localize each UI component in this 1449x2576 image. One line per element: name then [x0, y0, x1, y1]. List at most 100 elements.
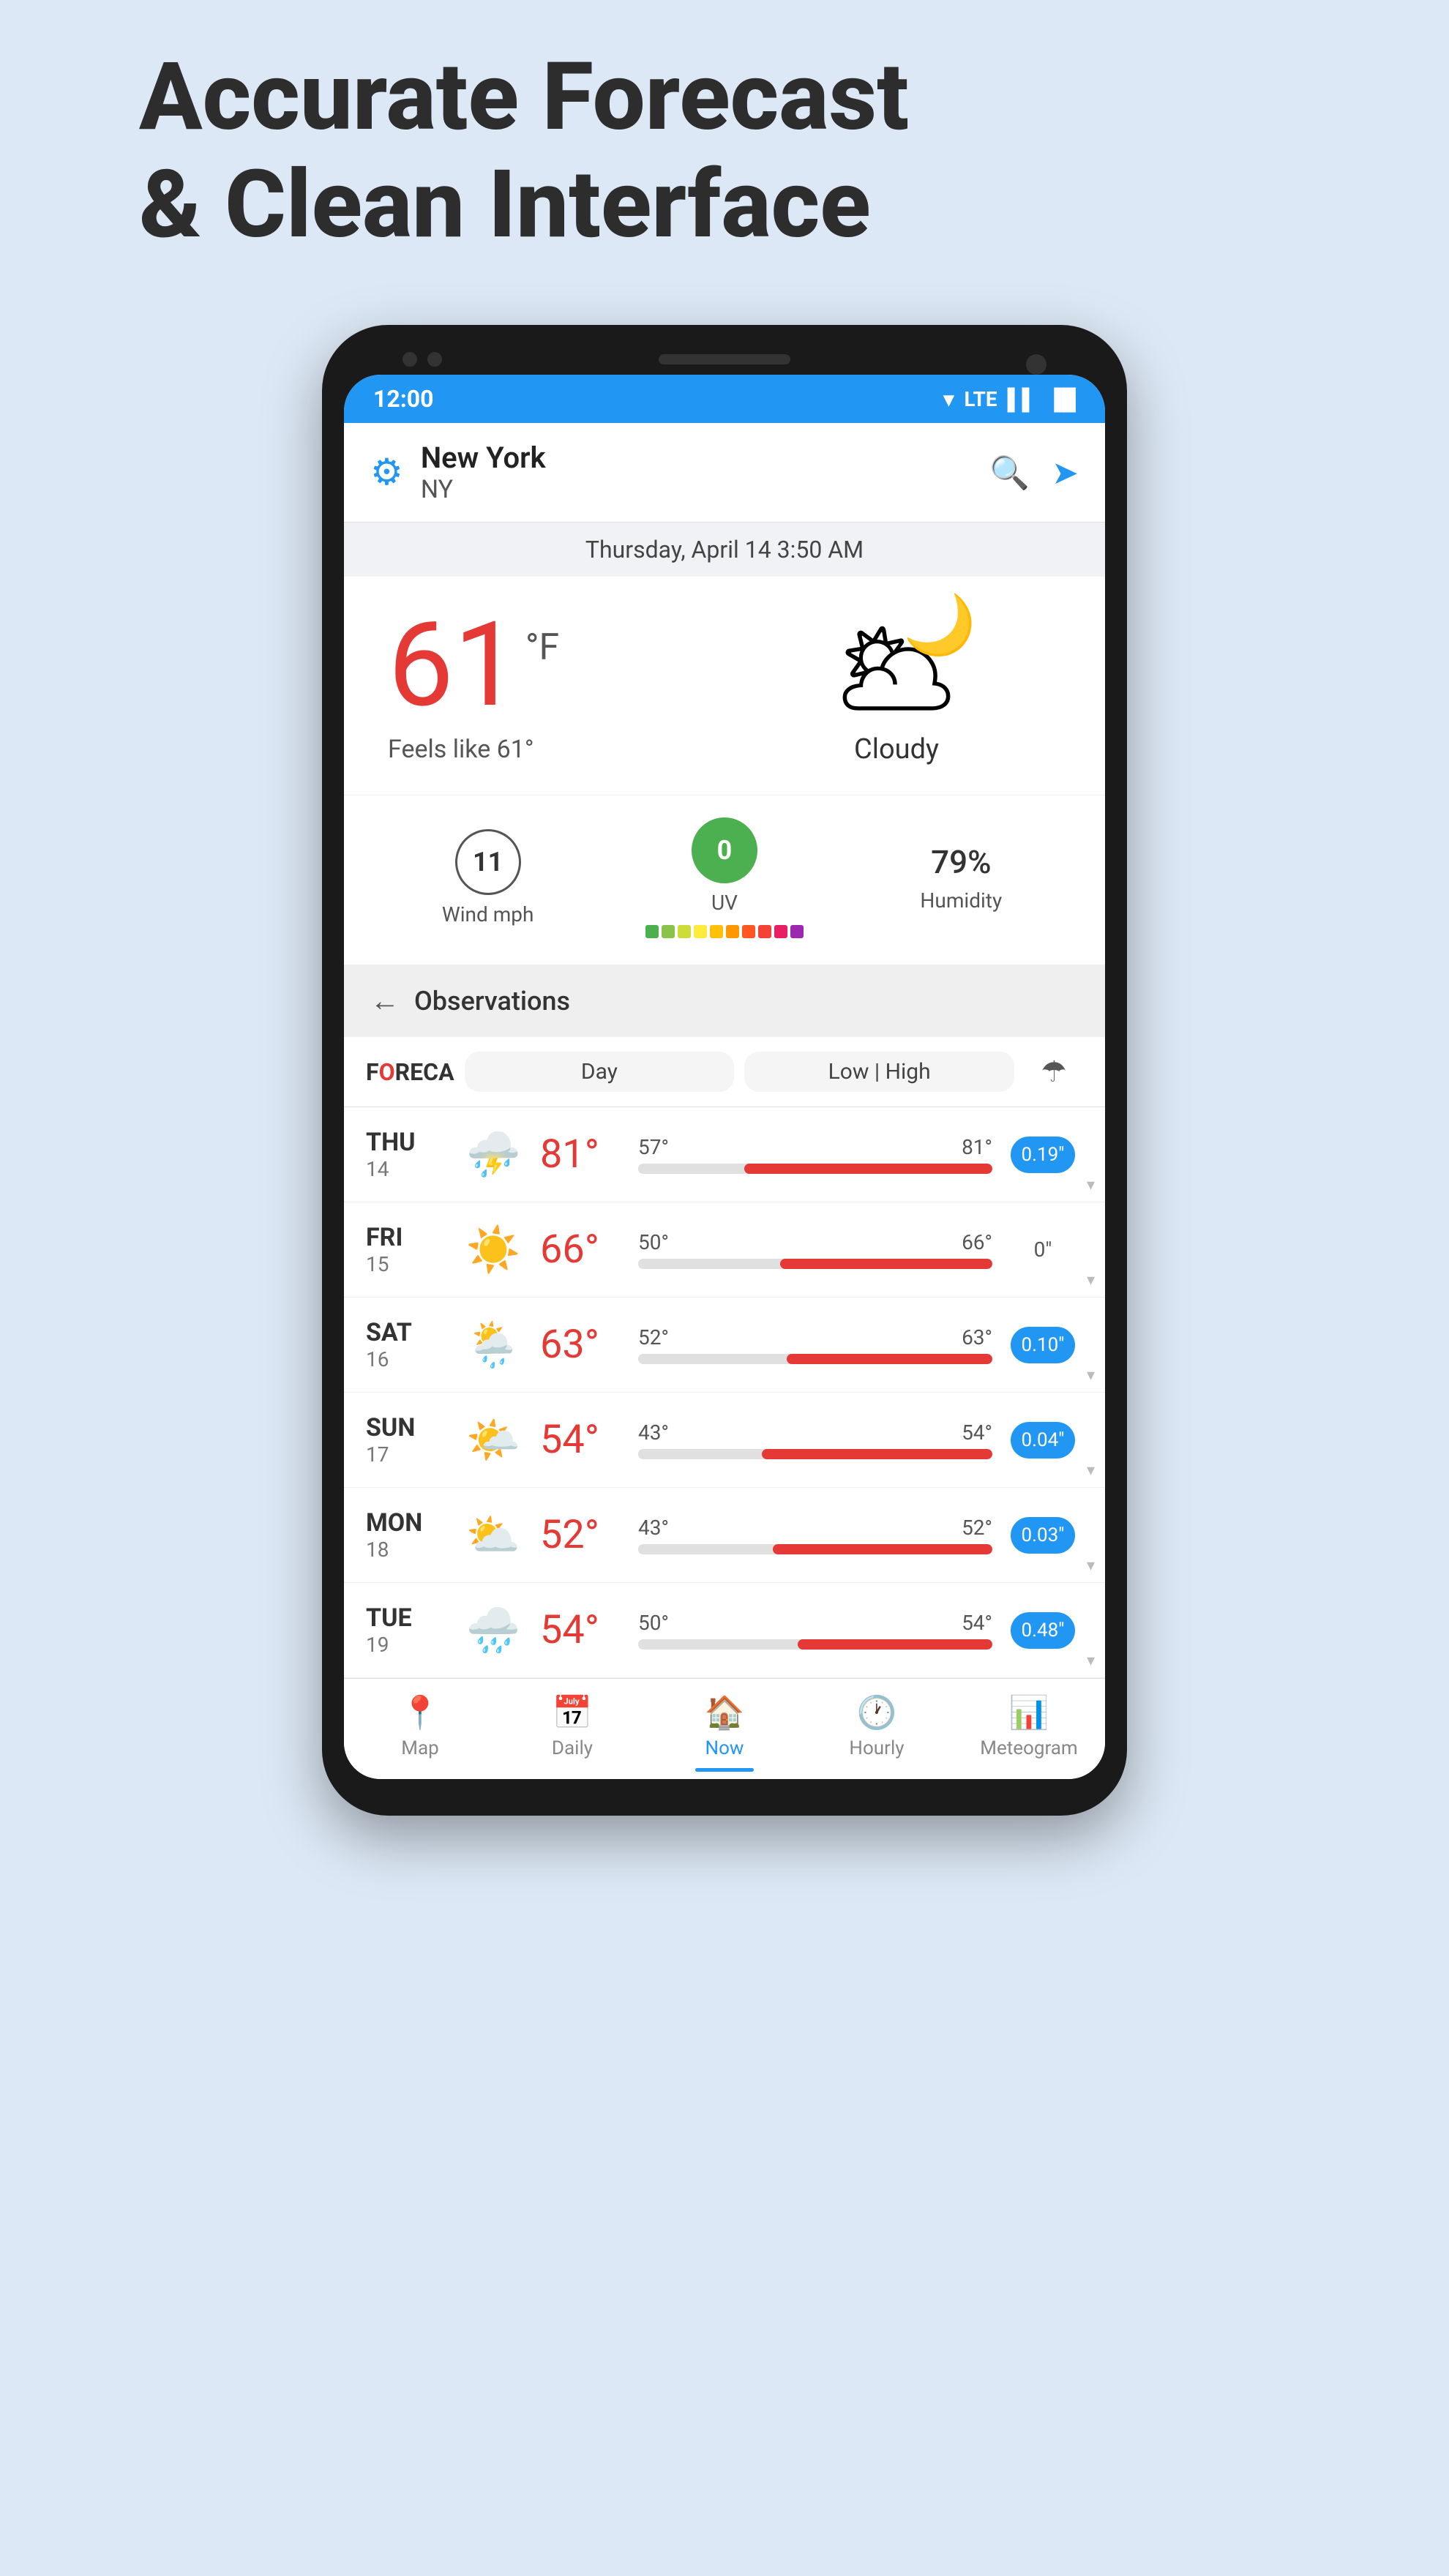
day-weather-icon: ⛅ — [457, 1509, 530, 1561]
nav-icon-map: 📍 — [400, 1693, 441, 1731]
day-num: 18 — [366, 1538, 446, 1562]
rain-amount: 0.48" — [1003, 1620, 1083, 1641]
header-action-icons: 🔍 ➤ — [989, 454, 1079, 492]
nav-icon-hourly: 🕐 — [857, 1693, 897, 1731]
settings-icon[interactable]: ⚙ — [370, 451, 403, 494]
search-icon[interactable]: 🔍 — [989, 454, 1030, 492]
rain-amount: 0" — [1003, 1238, 1083, 1262]
back-arrow-icon[interactable]: ← — [370, 984, 400, 1018]
table-row[interactable]: THU 14 ⛈️ 81° 57° 81° 0.19" ▾ — [344, 1107, 1105, 1202]
day-name: FRI — [366, 1223, 446, 1252]
uv-label: UV — [711, 891, 738, 915]
temp-range: 43° 52° — [638, 1516, 992, 1554]
chevron-down-icon: ▾ — [1087, 1176, 1095, 1194]
day-num: 15 — [366, 1252, 446, 1276]
temp-low: 43° — [638, 1516, 669, 1540]
observations-bar[interactable]: ← Observations — [344, 965, 1105, 1037]
nav-item-hourly[interactable]: 🕐 Hourly — [801, 1693, 953, 1772]
day-col: TUE 19 — [366, 1603, 446, 1657]
location-city: New York — [421, 441, 973, 475]
nav-item-now[interactable]: 🏠 Now — [648, 1693, 801, 1772]
uv-bar-segment — [694, 925, 707, 938]
temp-range: 50° 66° — [638, 1230, 992, 1269]
humidity-label: Humidity — [920, 888, 1002, 913]
table-row[interactable]: SAT 16 🌦️ 63° 52° 63° 0.10" ▾ — [344, 1298, 1105, 1393]
feels-like: Feels like 61° — [388, 735, 717, 764]
stats-row: 11 Wind mph 0 UV 79% Humidity — [344, 795, 1105, 965]
uv-bar-segment — [758, 925, 771, 938]
uv-bar-segment — [710, 925, 723, 938]
day-name: SUN — [366, 1413, 446, 1442]
temp-bar-low — [638, 1544, 773, 1554]
day-temp: 54° — [540, 1607, 628, 1653]
chevron-down-icon: ▾ — [1087, 1557, 1095, 1575]
nav-item-map[interactable]: 📍 Map — [344, 1693, 496, 1772]
day-col: MON 18 — [366, 1508, 446, 1562]
phone-speaker — [659, 354, 790, 364]
day-col: FRI 15 — [366, 1223, 446, 1276]
nav-label-now: Now — [705, 1737, 744, 1759]
temperature-section: 61 °F Feels like 61° — [388, 607, 717, 764]
temp-bar-low — [638, 1164, 744, 1174]
temp-low: 57° — [638, 1135, 669, 1159]
wind-label: Wind mph — [442, 902, 534, 926]
temp-high: 81° — [962, 1135, 992, 1159]
temp-bar-high — [780, 1259, 992, 1269]
navigation-icon[interactable]: ➤ — [1052, 454, 1079, 492]
table-row[interactable]: SUN 17 🌤️ 54° 43° 54° 0.04" ▾ — [344, 1393, 1105, 1488]
temp-low: 52° — [638, 1325, 669, 1349]
temp-bar-low — [638, 1259, 780, 1269]
phone-screen: 12:00 ▾ LTE ▌▌ ▐█ ⚙ New York NY 🔍 ➤ Thur… — [344, 375, 1105, 1779]
table-row[interactable]: TUE 19 🌧️ 54° 50° 54° 0.48" ▾ — [344, 1583, 1105, 1678]
day-num: 17 — [366, 1442, 446, 1467]
phone-camera — [1026, 354, 1046, 375]
day-name: MON — [366, 1508, 446, 1538]
table-row[interactable]: FRI 15 ☀️ 66° 50° 66° 0" ▾ — [344, 1202, 1105, 1298]
weather-description: Cloudy — [732, 733, 1061, 765]
battery-icon: ▐█ — [1046, 387, 1076, 411]
day-weather-icon: ☀️ — [457, 1224, 530, 1276]
weather-emoji: 🌥 🌙 — [732, 606, 1061, 723]
temp-bar-low — [638, 1354, 787, 1364]
wifi-icon: ▾ — [943, 387, 954, 411]
temp-bar — [638, 1639, 992, 1650]
table-row[interactable]: MON 18 ⛅ 52° 43° 52° 0.03" ▾ — [344, 1488, 1105, 1583]
temp-bar-high — [773, 1544, 992, 1554]
temp-range-nums: 43° 52° — [638, 1516, 992, 1540]
chevron-down-icon: ▾ — [1087, 1652, 1095, 1670]
temp-high: 54° — [962, 1420, 992, 1445]
day-temp: 66° — [540, 1227, 628, 1273]
day-num: 14 — [366, 1157, 446, 1181]
headline-line1: Accurate Forecast — [139, 44, 1310, 151]
nav-underline — [695, 1768, 754, 1772]
date-text: Thursday, April 14 3:50 AM — [585, 536, 864, 564]
signal-icon: ▌▌ — [1008, 387, 1037, 411]
temp-range: 57° 81° — [638, 1135, 992, 1174]
temp-bar — [638, 1164, 992, 1174]
phone-top-bar — [344, 354, 1105, 364]
rain-zero: 0" — [1034, 1238, 1052, 1262]
rain-amount: 0.03" — [1003, 1524, 1083, 1546]
wind-value: 11 — [473, 847, 503, 877]
chevron-down-icon: ▾ — [1087, 1366, 1095, 1385]
nav-item-meteogram[interactable]: 📊 Meteogram — [953, 1693, 1105, 1772]
status-icons: ▾ LTE ▌▌ ▐█ — [943, 387, 1076, 411]
day-weather-icon: ⛈️ — [457, 1128, 530, 1180]
temp-bar — [638, 1354, 992, 1364]
foreca-logo: FORECA — [366, 1058, 454, 1086]
foreca-o: O — [379, 1058, 395, 1086]
phone-dot-2 — [427, 352, 442, 367]
uv-bar-segment — [790, 925, 804, 938]
rain-amount: 0.10" — [1003, 1334, 1083, 1356]
temp-low: 43° — [638, 1420, 669, 1445]
rain-badge: 0.48" — [1011, 1612, 1074, 1649]
temp-range-nums: 50° 54° — [638, 1611, 992, 1635]
day-temp: 52° — [540, 1512, 628, 1558]
temp-low: 50° — [638, 1230, 669, 1254]
uv-bar-segment — [726, 925, 739, 938]
day-col: THU 14 — [366, 1128, 446, 1181]
rain-col: ☂ — [1025, 1055, 1083, 1089]
app-header: ⚙ New York NY 🔍 ➤ — [344, 423, 1105, 523]
nav-item-daily[interactable]: 📅 Daily — [496, 1693, 648, 1772]
temp-high: 63° — [962, 1325, 992, 1349]
